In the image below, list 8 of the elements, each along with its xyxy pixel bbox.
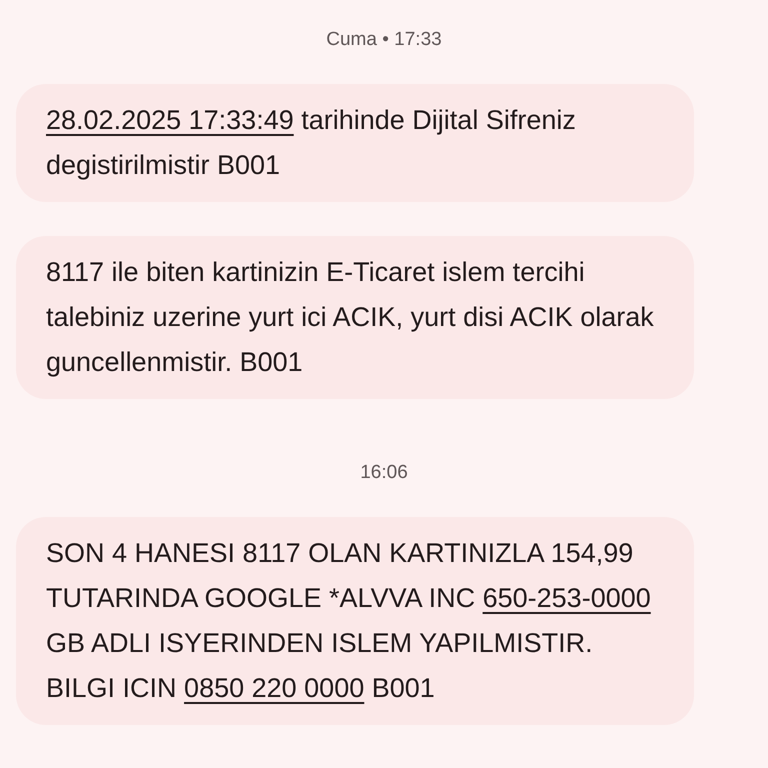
message-text: 28.02.2025 17:33:49 tarihinde Dijital Sifreniz degistirilmistir B001 [46, 104, 577, 182]
message-text: 8117 ile biten kartinizin E-Ticaret islem tercihi talebiniz uzerine yurt ici ACIK, yurt disi ACIK olarak guncellenmistir. B001 [46, 256, 655, 379]
timestamp: 16:06 [360, 461, 408, 485]
link[interactable]: 0850 220 0000 [184, 673, 364, 703]
link[interactable]: 28.02.2025 17:33:49 [46, 105, 294, 135]
timestamp: Cuma • 17:33 [326, 28, 442, 52]
link[interactable]: 650-253-0000 [482, 583, 651, 613]
message-text: SON 4 HANESI 8117 OLAN KARTINIZLA 154,99 TUTARINDA GOOGLE *ALVVA INC 650-253-0000 GB ADLI ISYERINDEN ISLEM YAPILMISTIR. BILGI ICIN 0850 220 0000 B001 [46, 537, 652, 705]
